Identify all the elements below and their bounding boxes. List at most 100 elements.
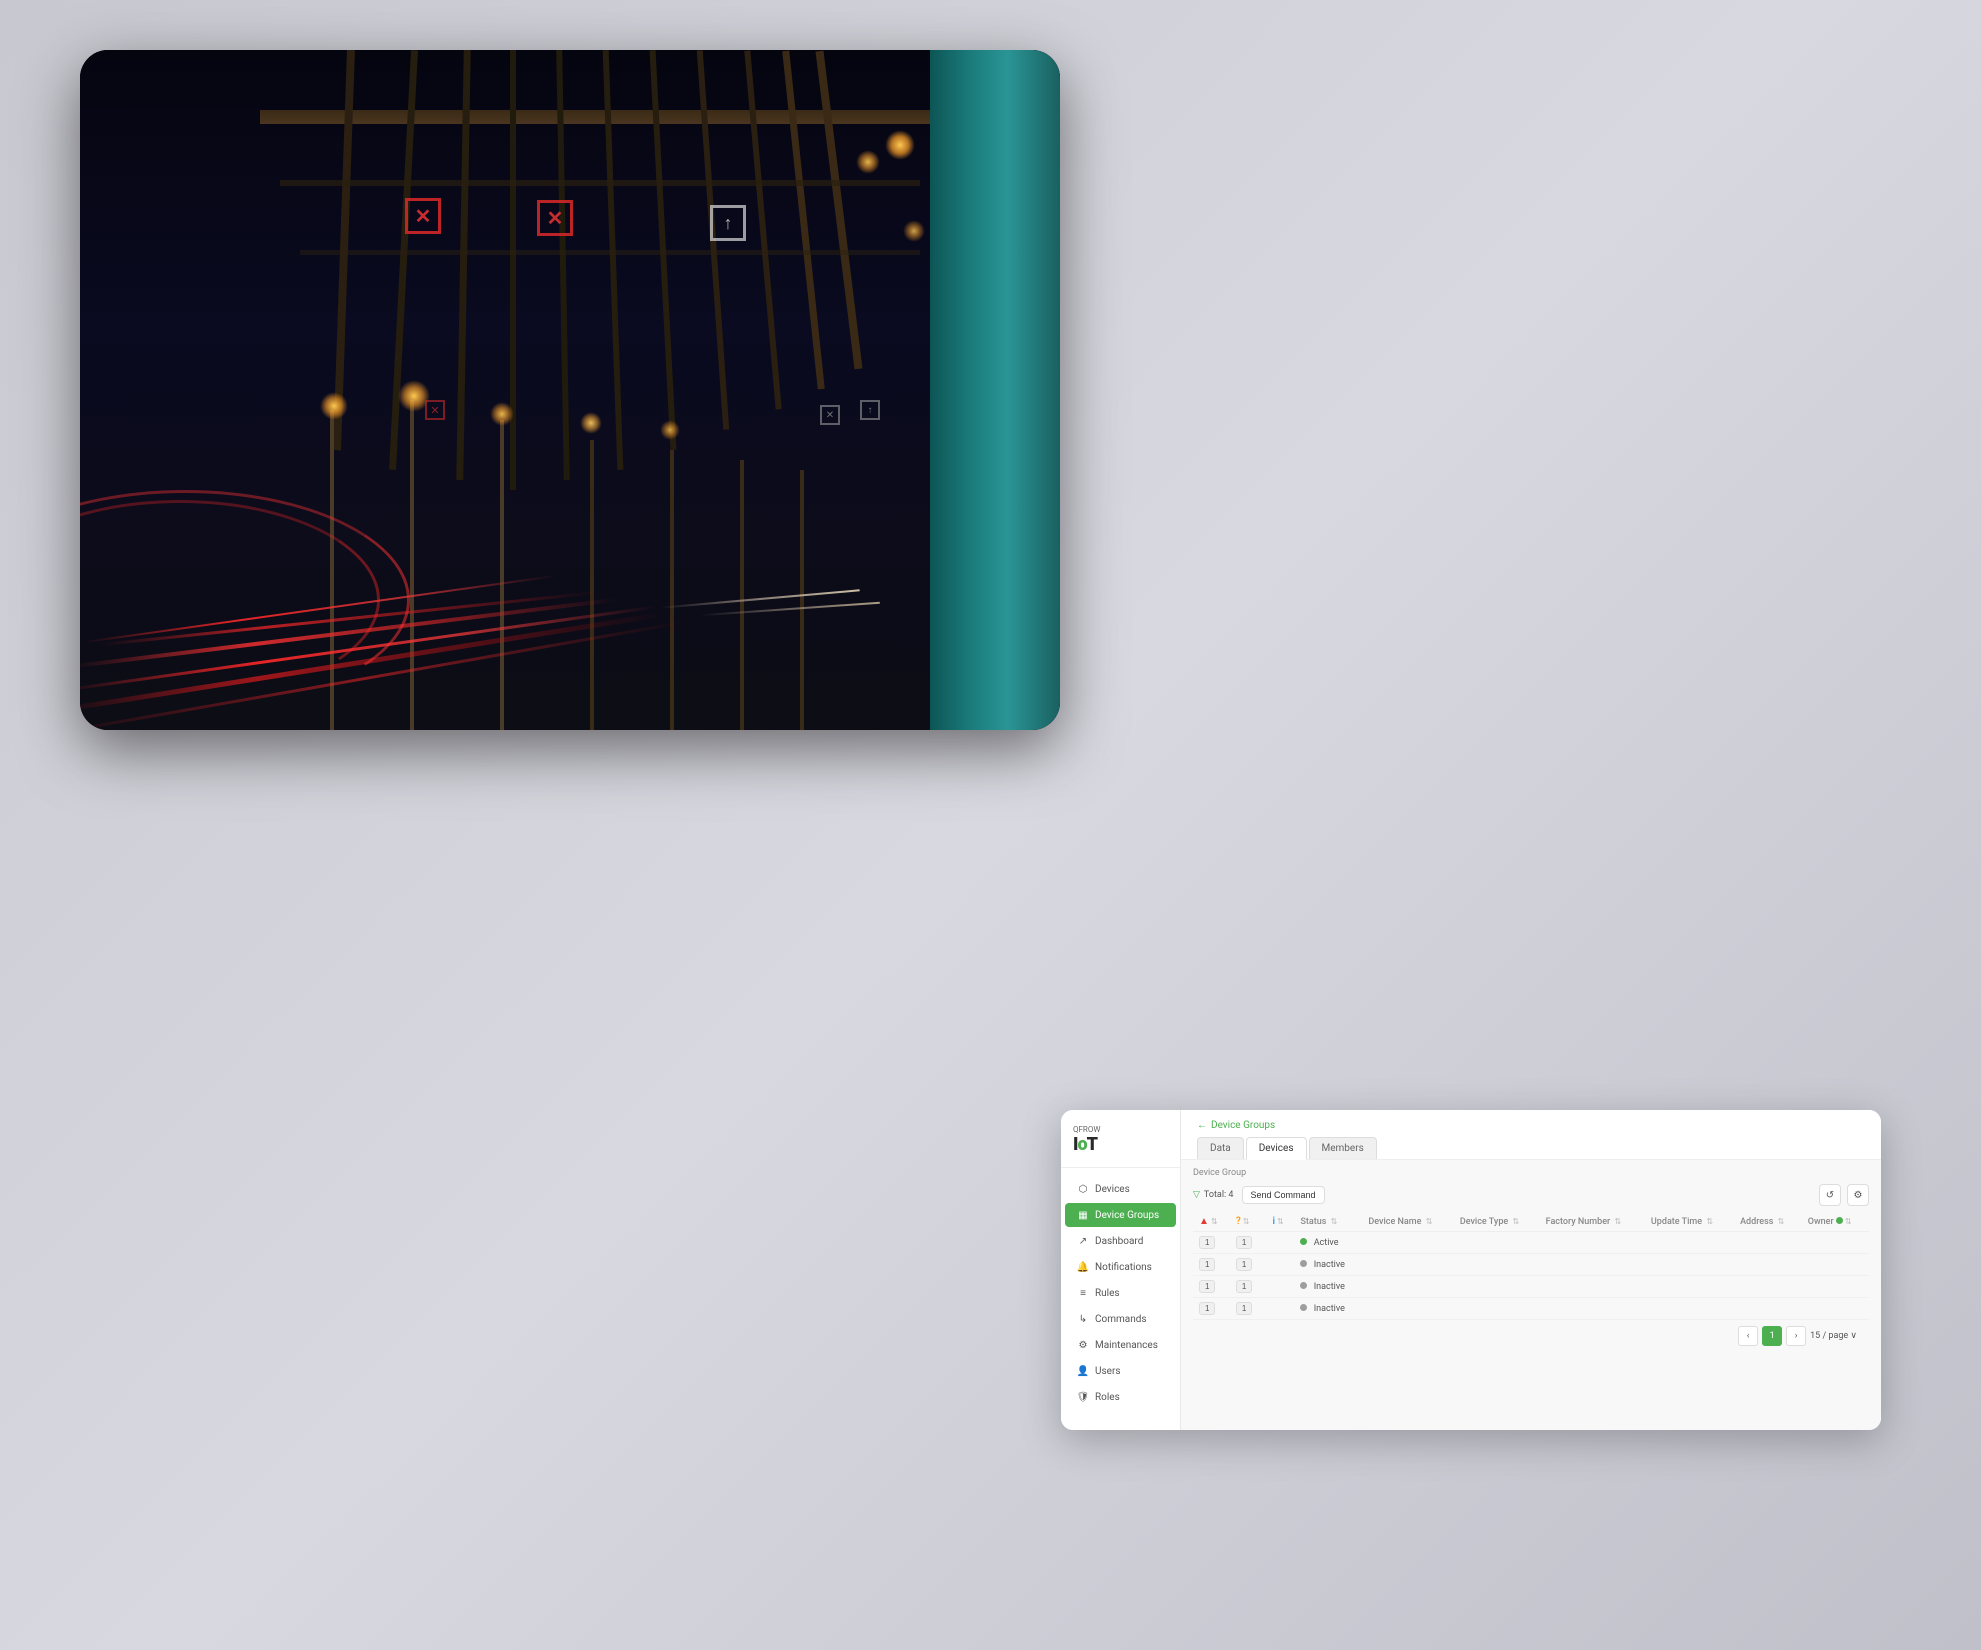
col-address[interactable]: Address ⇅ — [1734, 1212, 1802, 1232]
refresh-button[interactable]: ↺ — [1819, 1184, 1841, 1206]
cell-owner-1 — [1802, 1254, 1869, 1276]
cell-update-time-2 — [1645, 1276, 1734, 1298]
status-text-0: Active — [1314, 1238, 1339, 1248]
cell-factory-number-3 — [1540, 1298, 1645, 1320]
cell-address-0 — [1734, 1232, 1802, 1254]
monitor: ✕ ✕ ↑ ✕ ✕ ↑ — [80, 50, 1060, 730]
breadcrumb-text: Device Groups — [1211, 1120, 1275, 1131]
pagination: ‹ 1 › 15 / page ∨ — [1193, 1320, 1869, 1352]
sidebar-item-label: Roles — [1095, 1392, 1120, 1403]
cell-info-0 — [1266, 1232, 1294, 1254]
filter-icon: ▽ — [1193, 1190, 1200, 1200]
table-row: 1 1 Inactive — [1193, 1298, 1869, 1320]
cell-update-time-1 — [1645, 1254, 1734, 1276]
row-btn-alert-0[interactable]: 1 — [1199, 1236, 1215, 1249]
cell-device-name-3 — [1362, 1298, 1453, 1320]
status-dot-1 — [1300, 1260, 1307, 1267]
brand-name: QFROW — [1073, 1126, 1168, 1134]
col-status[interactable]: Status ⇅ — [1294, 1212, 1362, 1232]
cell-device-name-1 — [1362, 1254, 1453, 1276]
cell-factory-number-1 — [1540, 1254, 1645, 1276]
users-icon: 👤 — [1077, 1365, 1089, 1377]
cell-device-type-3 — [1454, 1298, 1540, 1320]
logo-iot: IoT — [1073, 1134, 1168, 1155]
sidebar-item-device-groups[interactable]: ▦ Device Groups — [1065, 1203, 1176, 1227]
col-device-name[interactable]: Device Name ⇅ — [1362, 1212, 1453, 1232]
cell-device-type-0 — [1454, 1232, 1540, 1254]
cell-owner-2 — [1802, 1276, 1869, 1298]
table-area: Device Group ▽ Total: 4 Send Command ↺ ⚙… — [1181, 1160, 1881, 1430]
col-update-time[interactable]: Update Time ⇅ — [1645, 1212, 1734, 1232]
status-dot-0 — [1300, 1238, 1307, 1245]
cell-alert-1: 1 — [1193, 1254, 1230, 1276]
cell-status-2: Inactive — [1294, 1276, 1362, 1298]
cell-address-1 — [1734, 1254, 1802, 1276]
sidebar-item-label: Commands — [1095, 1314, 1147, 1325]
row-btn-warn-2[interactable]: 1 — [1236, 1280, 1252, 1293]
tab-data[interactable]: Data — [1197, 1137, 1244, 1159]
status-dot-2 — [1300, 1282, 1307, 1289]
prev-page-button[interactable]: ‹ — [1738, 1326, 1758, 1346]
sidebar-item-users[interactable]: 👤 Users — [1065, 1359, 1176, 1383]
sidebar-item-rules[interactable]: ≡ Rules — [1065, 1281, 1176, 1305]
section-label: Device Group — [1193, 1168, 1869, 1178]
cell-warn-0: 1 — [1230, 1232, 1267, 1254]
col-device-type[interactable]: Device Type ⇅ — [1454, 1212, 1540, 1232]
sidebar-item-label: Users — [1095, 1366, 1121, 1377]
row-btn-warn-3[interactable]: 1 — [1236, 1302, 1252, 1315]
send-command-button[interactable]: Send Command — [1242, 1186, 1325, 1204]
cell-status-3: Inactive — [1294, 1298, 1362, 1320]
row-btn-alert-1[interactable]: 1 — [1199, 1258, 1215, 1271]
tab-devices[interactable]: Devices — [1246, 1137, 1307, 1160]
table-toolbar: ▽ Total: 4 Send Command ↺ ⚙ — [1193, 1184, 1869, 1206]
cell-warn-1: 1 — [1230, 1254, 1267, 1276]
next-page-button[interactable]: › — [1786, 1326, 1806, 1346]
sidebar-item-label: Notifications — [1095, 1262, 1152, 1273]
sidebar-item-notifications[interactable]: 🔔 Notifications — [1065, 1255, 1176, 1279]
breadcrumb-arrow: ← — [1197, 1120, 1207, 1131]
cell-info-2 — [1266, 1276, 1294, 1298]
owner-dot — [1836, 1217, 1843, 1224]
total-count: Total: 4 — [1204, 1190, 1234, 1200]
row-btn-warn-1[interactable]: 1 — [1236, 1258, 1252, 1271]
row-btn-alert-2[interactable]: 1 — [1199, 1280, 1215, 1293]
page-1-button[interactable]: 1 — [1762, 1326, 1782, 1346]
row-btn-warn-0[interactable]: 1 — [1236, 1236, 1252, 1249]
filter-label: ▽ Total: 4 — [1193, 1190, 1234, 1200]
device-groups-icon: ▦ — [1077, 1209, 1089, 1221]
col-factory-number[interactable]: Factory Number ⇅ — [1540, 1212, 1645, 1232]
cell-device-name-0 — [1362, 1232, 1453, 1254]
devices-table: ▲⇅ ?⇅ i⇅ Status ⇅ Device Name ⇅ Device T… — [1193, 1212, 1869, 1320]
col-alert: ▲⇅ — [1193, 1212, 1230, 1232]
per-page-selector[interactable]: 15 / page ∨ — [1810, 1331, 1857, 1341]
settings-button[interactable]: ⚙ — [1847, 1184, 1869, 1206]
col-warn: ?⇅ — [1230, 1212, 1267, 1232]
sidebar-item-devices[interactable]: ⬡ Devices — [1065, 1177, 1176, 1201]
table-header-row: ▲⇅ ?⇅ i⇅ Status ⇅ Device Name ⇅ Device T… — [1193, 1212, 1869, 1232]
cell-update-time-3 — [1645, 1298, 1734, 1320]
cell-owner-3 — [1802, 1298, 1869, 1320]
cell-info-1 — [1266, 1254, 1294, 1276]
bridge-scene: ✕ ✕ ↑ ✕ ✕ ↑ — [80, 50, 1060, 730]
cell-alert-2: 1 — [1193, 1276, 1230, 1298]
sidebar-item-dashboard[interactable]: ↗ Dashboard — [1065, 1229, 1176, 1253]
cell-status-0: Active — [1294, 1232, 1362, 1254]
sidebar: QFROW IoT ⬡ Devices ▦ Device Groups ↗ Da… — [1061, 1110, 1181, 1430]
logo-area: QFROW IoT — [1061, 1126, 1180, 1168]
sidebar-item-label: Devices — [1095, 1184, 1130, 1195]
cell-warn-2: 1 — [1230, 1276, 1267, 1298]
cell-owner-0 — [1802, 1232, 1869, 1254]
sidebar-item-roles[interactable]: 🛡 Roles — [1065, 1385, 1176, 1409]
cell-factory-number-2 — [1540, 1276, 1645, 1298]
devices-icon: ⬡ — [1077, 1183, 1089, 1195]
sidebar-item-maintenances[interactable]: ⚙ Maintenances — [1065, 1333, 1176, 1357]
rules-icon: ≡ — [1077, 1287, 1089, 1299]
cell-alert-0: 1 — [1193, 1232, 1230, 1254]
col-owner[interactable]: Owner ⇅ — [1802, 1212, 1869, 1232]
cell-address-3 — [1734, 1298, 1802, 1320]
tab-members[interactable]: Members — [1309, 1137, 1377, 1159]
row-btn-alert-3[interactable]: 1 — [1199, 1302, 1215, 1315]
sidebar-item-commands[interactable]: ↳ Commands — [1065, 1307, 1176, 1331]
app-panel: QFROW IoT ⬡ Devices ▦ Device Groups ↗ Da… — [1061, 1110, 1881, 1430]
sidebar-item-label: Dashboard — [1095, 1236, 1143, 1247]
